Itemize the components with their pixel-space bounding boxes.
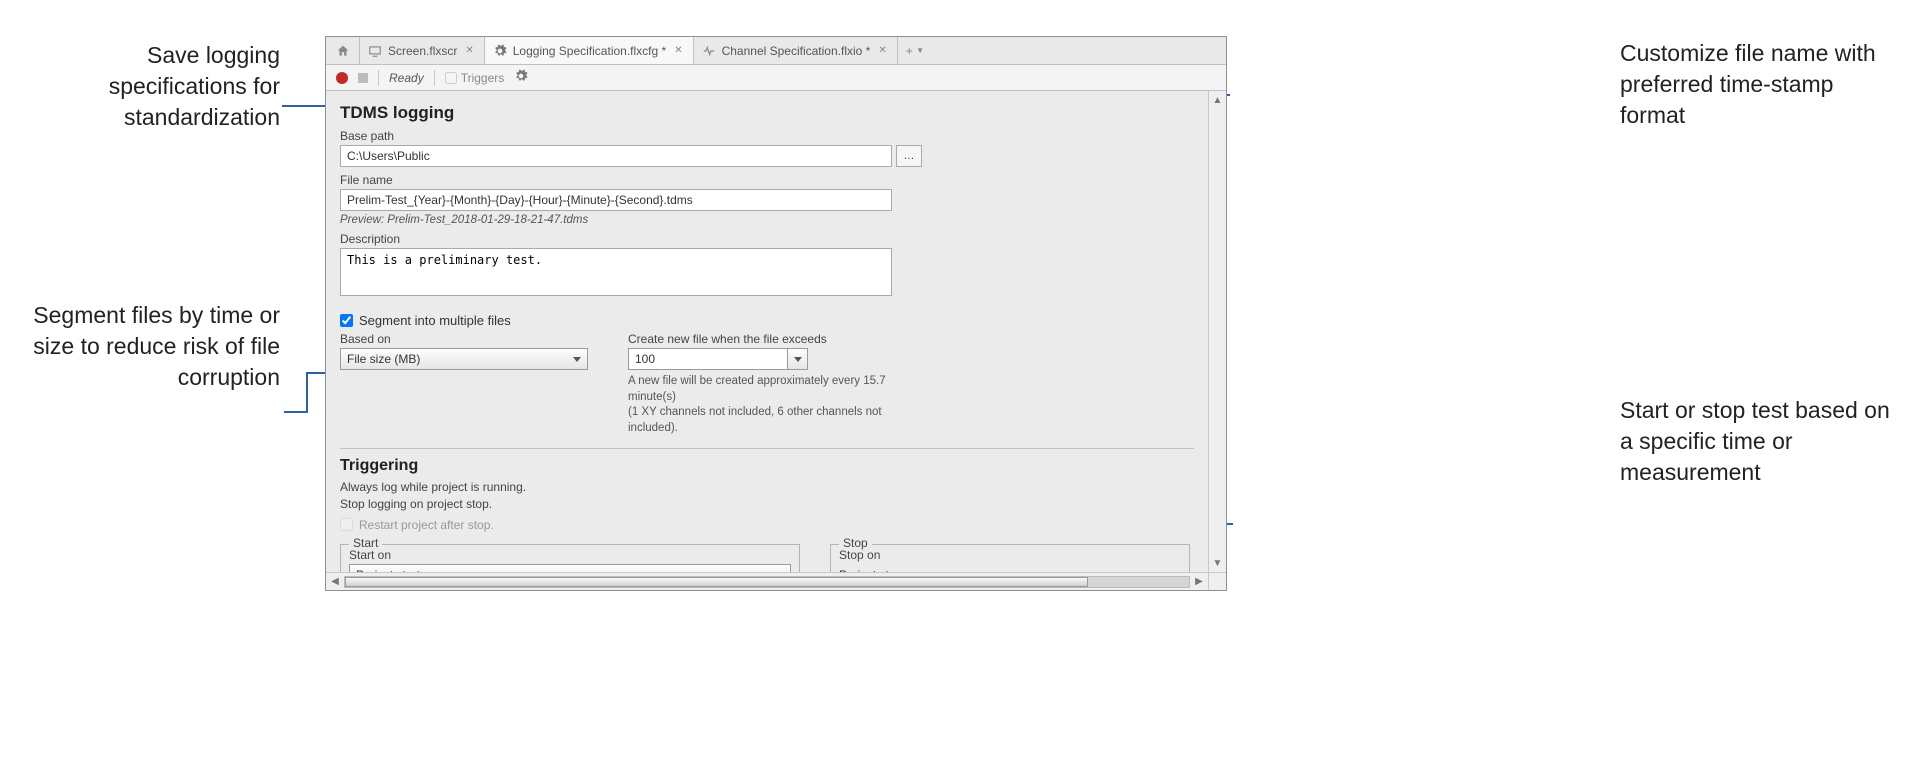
leader-line xyxy=(306,372,308,412)
triggering-note: Always log while project is running. Sto… xyxy=(340,479,1194,514)
base-path-input[interactable] xyxy=(340,145,892,167)
panel-body: TDMS logging Base path … File name Previ… xyxy=(326,91,1226,590)
close-icon[interactable]: ✕ xyxy=(463,45,475,56)
tab-bar: Screen.flxscr ✕ Logging Specification.fl… xyxy=(326,37,1226,65)
based-on-label: Based on xyxy=(340,332,588,346)
stop-on-label: Stop on xyxy=(839,548,1181,562)
restart-label: Restart project after stop. xyxy=(359,518,494,532)
triggers-checkbox[interactable]: Triggers xyxy=(445,71,505,85)
chevron-down-icon xyxy=(573,357,581,362)
callout-save-spec: Save logging specifications for standard… xyxy=(10,40,280,133)
app-window: Screen.flxscr ✕ Logging Specification.fl… xyxy=(325,36,1227,591)
exceed-label: Create new file when the file exceeds xyxy=(628,332,928,346)
triggers-label: Triggers xyxy=(461,71,505,85)
divider xyxy=(434,70,435,86)
file-name-input[interactable] xyxy=(340,189,892,211)
start-legend: Start xyxy=(349,536,382,550)
section-title-tdms: TDMS logging xyxy=(340,103,1194,123)
horizontal-scrollbar[interactable]: ◀ ▶ xyxy=(326,572,1208,590)
stop-on-display: Project stop xyxy=(839,564,1181,572)
gear-icon xyxy=(493,44,507,58)
triggers-checkbox-input[interactable] xyxy=(445,72,457,84)
based-on-value: File size (MB) xyxy=(347,352,420,366)
divider xyxy=(378,70,379,86)
tab-channel-spec[interactable]: Channel Specification.flxio * ✕ xyxy=(694,37,898,64)
vertical-scrollbar[interactable]: ▲ ▼ xyxy=(1208,91,1226,572)
status-label: Ready xyxy=(389,71,424,85)
description-input[interactable] xyxy=(340,248,892,296)
screen-icon xyxy=(368,44,382,58)
tab-label: Logging Specification.flxcfg * xyxy=(513,44,666,58)
chevron-down-icon xyxy=(794,357,802,362)
stop-fieldset: Stop Stop on Project stop xyxy=(830,544,1190,572)
description-label: Description xyxy=(340,232,1194,246)
base-path-label: Base path xyxy=(340,129,1194,143)
scroll-track[interactable] xyxy=(1209,109,1226,554)
stop-button[interactable] xyxy=(358,73,368,83)
add-tab-button[interactable]: + ▼ xyxy=(898,37,932,64)
callout-segment: Segment files by time or size to reduce … xyxy=(10,300,280,393)
spin-control[interactable] xyxy=(788,348,808,370)
trigger-settings-button[interactable] xyxy=(514,69,528,86)
home-icon xyxy=(336,44,350,58)
restart-project-checkbox: Restart project after stop. xyxy=(340,518,1194,532)
callout-filename: Customize file name with preferred time-… xyxy=(1620,38,1890,131)
exceed-input[interactable]: 100 xyxy=(628,348,928,370)
scroll-corner xyxy=(1208,572,1226,590)
divider xyxy=(340,448,1194,449)
channel-icon xyxy=(702,44,716,58)
segment-label: Segment into multiple files xyxy=(359,313,511,328)
segment-hint: A new file will be created approximately… xyxy=(628,374,928,436)
based-on-select[interactable]: File size (MB) xyxy=(340,348,588,370)
tab-label: Channel Specification.flxio * xyxy=(722,44,871,58)
scroll-down-button[interactable]: ▼ xyxy=(1209,554,1226,572)
home-button[interactable] xyxy=(326,37,360,64)
restart-checkbox-input xyxy=(340,518,353,531)
scroll-thumb[interactable] xyxy=(345,577,1088,587)
start-fieldset: Start Start on Project start xyxy=(340,544,800,572)
stop-legend: Stop xyxy=(839,536,872,550)
scroll-right-button[interactable]: ▶ xyxy=(1190,576,1208,587)
tab-screen[interactable]: Screen.flxscr ✕ xyxy=(360,37,485,64)
tab-label: Screen.flxscr xyxy=(388,44,457,58)
close-icon[interactable]: ✕ xyxy=(672,45,684,56)
callout-start-stop: Start or stop test based on a specific t… xyxy=(1620,395,1890,488)
scroll-left-button[interactable]: ◀ xyxy=(326,576,344,587)
exceed-value[interactable]: 100 xyxy=(628,348,788,370)
start-on-select[interactable]: Project start xyxy=(349,564,791,572)
section-title-triggering: Triggering xyxy=(340,457,1194,475)
record-button[interactable] xyxy=(336,72,348,84)
panel-content: TDMS logging Base path … File name Previ… xyxy=(326,91,1208,572)
tab-logging-spec[interactable]: Logging Specification.flxcfg * ✕ xyxy=(485,37,694,64)
scroll-track[interactable] xyxy=(344,576,1190,588)
file-name-preview: Preview: Prelim-Test_2018-01-29-18-21-47… xyxy=(340,214,1194,226)
file-name-label: File name xyxy=(340,173,1194,187)
scroll-up-button[interactable]: ▲ xyxy=(1209,91,1226,109)
leader-line xyxy=(284,411,308,413)
start-on-label: Start on xyxy=(349,548,791,562)
gear-icon xyxy=(514,69,528,83)
toolbar: Ready Triggers xyxy=(326,65,1226,91)
browse-button[interactable]: … xyxy=(896,145,922,167)
segment-checkbox[interactable] xyxy=(340,314,353,327)
close-icon[interactable]: ✕ xyxy=(876,45,888,56)
